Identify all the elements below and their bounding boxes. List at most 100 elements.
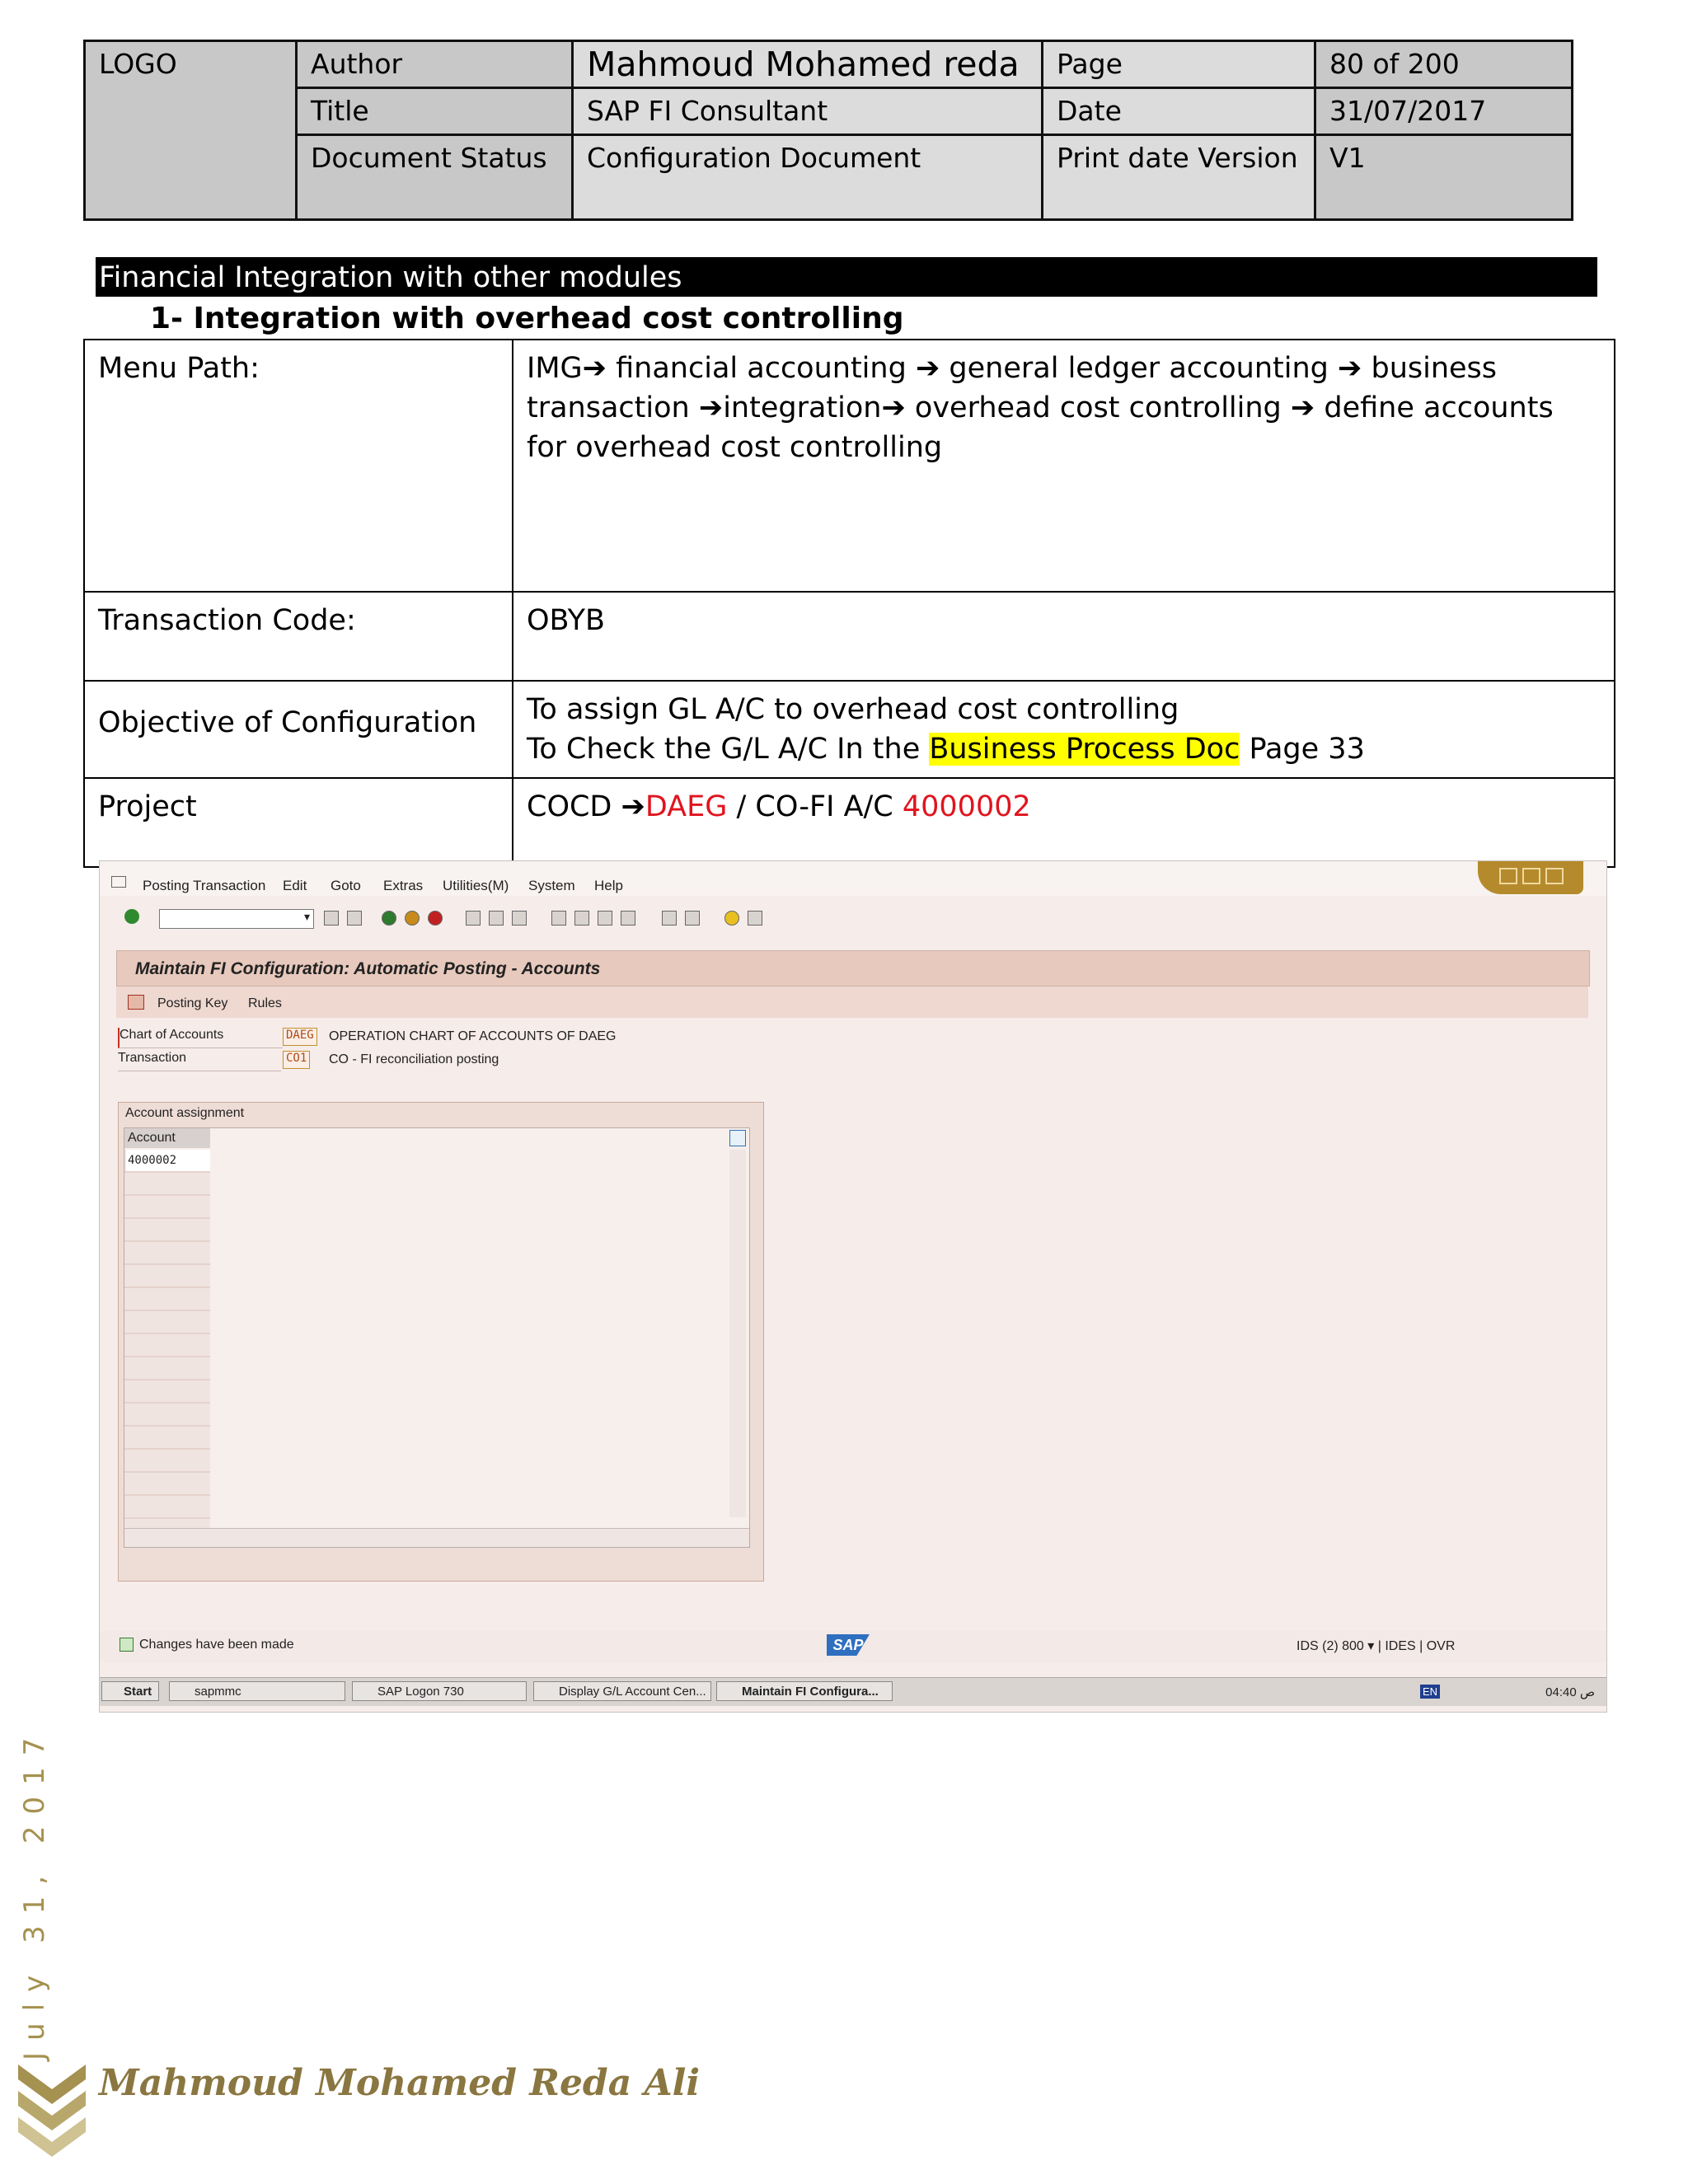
success-check-icon	[120, 1638, 134, 1652]
menu-step-overhead: overhead cost controlling	[914, 391, 1282, 424]
objective-value: To assign GL A/C to overhead cost contro…	[512, 680, 1615, 779]
objective-text: To Check the G/L A/C In the	[527, 733, 930, 766]
account-cell[interactable]: 4000002	[126, 1150, 210, 1171]
taskbar-maintain-fi[interactable]: Maintain FI Configura...	[716, 1681, 893, 1701]
objective-line-1: To assign GL A/C to overhead cost contro…	[527, 693, 1179, 726]
version-label: Print date Version	[1041, 134, 1316, 221]
last-page-icon[interactable]	[621, 911, 635, 926]
save-icon[interactable]	[347, 911, 362, 926]
horizontal-scrollbar[interactable]	[124, 1528, 749, 1547]
menu-step-img: IMG	[527, 352, 583, 385]
section-title: Financial Integration with other modules	[96, 257, 1597, 297]
project-company-code: DAEG	[645, 790, 728, 823]
business-process-doc-link[interactable]: Business Process Doc	[929, 733, 1240, 766]
close-icon[interactable]	[1545, 868, 1564, 884]
account-rows	[124, 1150, 210, 1537]
page-label: Page	[1041, 40, 1316, 89]
author-label: Author	[295, 40, 574, 89]
status-value: Configuration Document	[571, 134, 1043, 221]
objective-page-ref: Page 33	[1240, 733, 1365, 766]
posting-key-button[interactable]: Posting Key	[157, 996, 227, 1011]
menu-extras[interactable]: Extras	[383, 878, 423, 894]
transaction-field[interactable]: CO1	[283, 1051, 311, 1069]
chart-of-accounts-label: Chart of Accounts	[118, 1028, 283, 1048]
new-session-icon[interactable]	[662, 911, 677, 926]
status-bar: Changes have been made SAP IDS (2) 800 ▾…	[100, 1631, 1606, 1662]
sap-screenshot: Posting Transaction Edit Goto Extras Uti…	[99, 860, 1607, 1713]
taskbar-display-gl[interactable]: Display G/L Account Cen...	[533, 1681, 711, 1701]
exit-icon[interactable]	[405, 911, 420, 926]
project-account-number: 4000002	[902, 790, 1031, 823]
menu-edit[interactable]: Edit	[283, 878, 307, 894]
menu-posting-transaction[interactable]: Posting Transaction	[143, 878, 265, 894]
menu-icon	[111, 876, 126, 888]
table-settings-icon[interactable]	[729, 1130, 746, 1146]
taskbar-clock: 04:40 ص	[1545, 1685, 1595, 1699]
logo-cell: LOGO	[83, 40, 298, 221]
application-toolbar: Posting Key Rules	[116, 987, 1588, 1018]
group-title: Account assignment	[125, 1106, 245, 1120]
windows-taskbar: Start sapmmc SAP Logon 730 Display G/L A…	[100, 1677, 1606, 1706]
author-value: Mahmoud Mohamed reda	[571, 40, 1043, 89]
menu-path-label: Menu Path:	[83, 339, 513, 593]
posting-key-icon[interactable]	[128, 995, 144, 1010]
back-nav-icon[interactable]	[382, 911, 396, 926]
menu-help[interactable]: Help	[594, 878, 623, 894]
taskbar-sap-logon[interactable]: SAP Logon 730	[352, 1681, 527, 1701]
layout-menu-icon[interactable]	[748, 911, 762, 926]
account-assignment-group: Account assignment Account 4000002	[118, 1102, 764, 1582]
menu-step-general-ledger: general ledger accounting	[949, 352, 1329, 385]
arrow-icon: ➔	[582, 352, 607, 385]
previous-page-icon[interactable]	[574, 911, 589, 926]
back-icon[interactable]	[324, 911, 339, 926]
cancel-icon[interactable]	[428, 911, 443, 926]
transaction-code-value: OBYB	[512, 591, 1615, 682]
menu-path-line-1: IMG➔ financial accounting ➔ general ledg…	[527, 349, 1601, 464]
arrow-icon: ➔	[1338, 352, 1362, 385]
minimize-icon[interactable]	[1499, 868, 1517, 884]
language-indicator[interactable]: EN	[1420, 1685, 1441, 1699]
menu-path-value: IMG➔ financial accounting ➔ general ledg…	[512, 339, 1615, 593]
project-cocd: COCD	[527, 790, 621, 823]
screen-title-panel: Maintain FI Configuration: Automatic Pos…	[116, 950, 1590, 987]
system-info[interactable]: IDS (2) 800 ▾ | IDES | OVR	[1296, 1638, 1455, 1654]
status-message: Changes have been made	[139, 1638, 294, 1652]
status-label: Document Status	[295, 134, 574, 221]
find-icon[interactable]	[489, 911, 504, 926]
first-page-icon[interactable]	[551, 911, 566, 926]
menu-step-financial-accounting: financial accounting	[616, 352, 907, 385]
shortcut-icon[interactable]	[685, 911, 700, 926]
command-field[interactable]: ▾	[159, 909, 314, 929]
side-date: July 31, 2017	[18, 1726, 51, 2060]
project-value: COCD ➔DAEG / CO-FI A/C 4000002	[512, 777, 1615, 868]
menu-goto[interactable]: Goto	[331, 878, 361, 894]
print-icon[interactable]	[466, 911, 481, 926]
enter-icon[interactable]	[124, 909, 139, 924]
section-subheading: 1- Integration with overhead cost contro…	[150, 302, 904, 335]
taskbar-sapmmc[interactable]: sapmmc	[169, 1681, 345, 1701]
arrow-icon: ➔	[915, 352, 940, 385]
next-page-icon[interactable]	[598, 911, 612, 926]
date-value: 31/07/2017	[1314, 87, 1573, 136]
maximize-icon[interactable]	[1522, 868, 1540, 884]
config-table: Menu Path: IMG➔ financial accounting ➔ g…	[83, 339, 1615, 868]
screen-title: Maintain FI Configuration: Automatic Pos…	[135, 959, 601, 978]
date-label: Date	[1041, 87, 1316, 136]
account-column-header[interactable]: Account	[124, 1128, 210, 1148]
arrow-icon: ➔	[881, 391, 906, 424]
start-button[interactable]: Start	[101, 1681, 159, 1701]
menu-system[interactable]: System	[528, 878, 575, 894]
project-label: Project	[83, 777, 513, 868]
chevron-down-icon[interactable]: ▾	[304, 910, 310, 924]
vertical-scrollbar[interactable]	[729, 1150, 746, 1517]
chart-of-accounts-field[interactable]: DAEG	[283, 1028, 317, 1046]
sap-logo: SAP	[827, 1634, 870, 1656]
page-value: 80 of 200	[1314, 40, 1573, 89]
help-icon[interactable]	[724, 911, 739, 926]
rules-button[interactable]: Rules	[248, 996, 282, 1011]
chart-of-accounts-description: OPERATION CHART OF ACCOUNTS OF DAEG	[329, 1029, 617, 1043]
transaction-description: CO - FI reconciliation posting	[329, 1052, 499, 1066]
menu-utilities[interactable]: Utilities(M)	[443, 878, 509, 894]
version-value: V1	[1314, 134, 1573, 221]
find-next-icon[interactable]	[512, 911, 527, 926]
